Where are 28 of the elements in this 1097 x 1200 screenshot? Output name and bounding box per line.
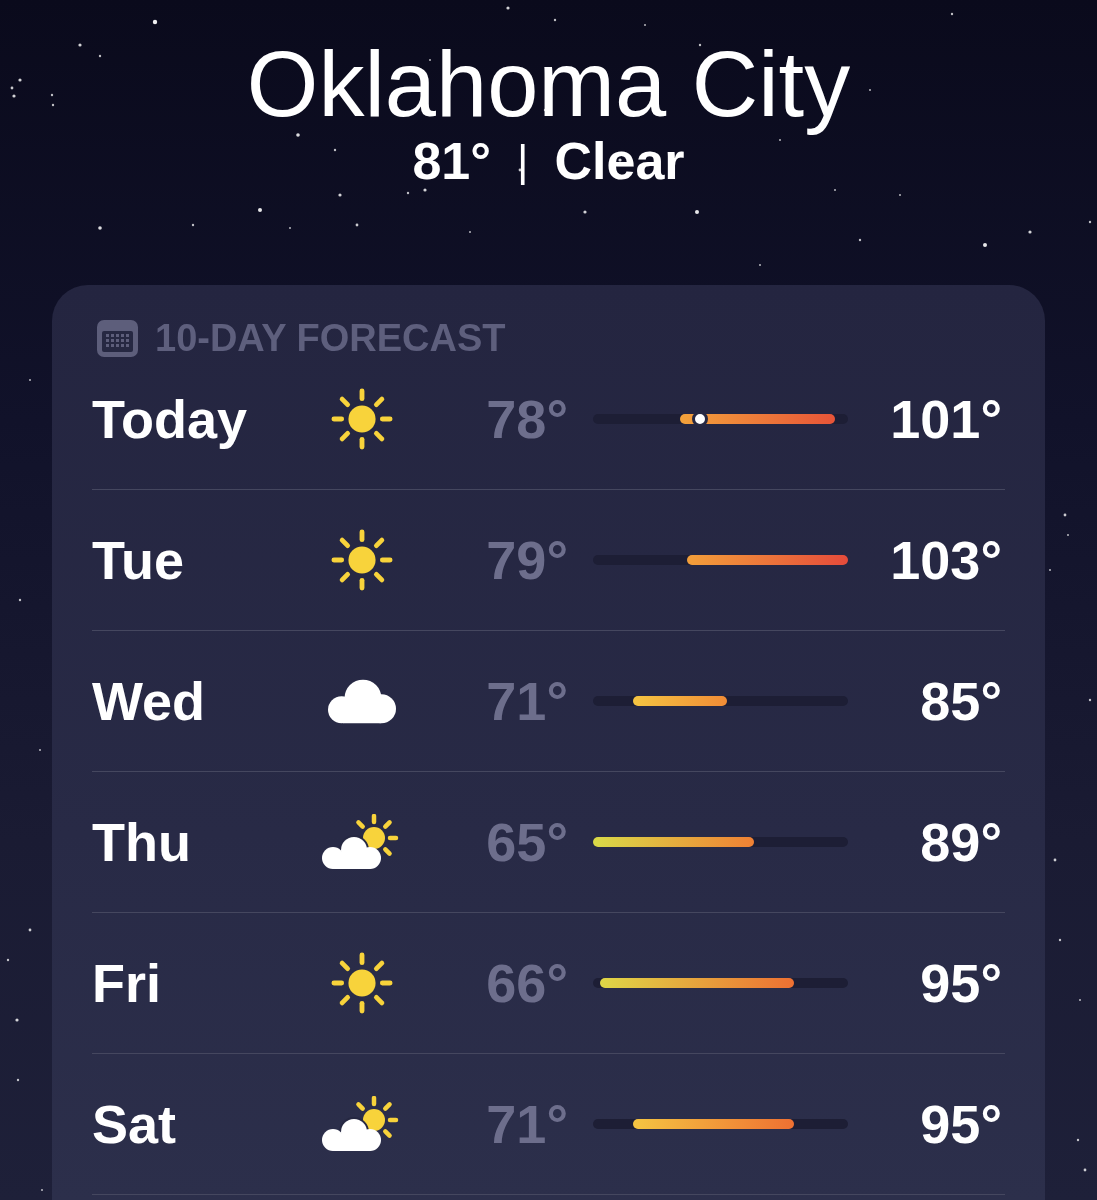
calendar-icon: [97, 319, 138, 357]
city-name: Oklahoma City: [246, 35, 851, 133]
high-temperature: 95°: [920, 953, 1003, 1013]
high-temperature: 85°: [920, 671, 1003, 731]
high-temperature: 101°: [890, 389, 1003, 449]
condition-text: Clear: [554, 133, 685, 189]
low-temperature: 65°: [486, 812, 568, 872]
high-temperature: 103°: [890, 530, 1003, 590]
day-label: Wed: [92, 671, 205, 731]
low-temperature: 79°: [486, 530, 568, 590]
day-label: Fri: [92, 953, 161, 1013]
sun-icon: [331, 529, 393, 591]
day-label: Sat: [92, 1094, 177, 1154]
day-label: Today: [92, 389, 247, 449]
day-label: Thu: [92, 812, 191, 872]
sun-icon: [331, 388, 393, 450]
low-temperature: 71°: [486, 671, 568, 731]
sun-icon: [331, 952, 393, 1014]
section-title: 10-DAY FORECAST: [155, 319, 506, 357]
cloud-icon: [328, 678, 396, 724]
high-temperature: 89°: [920, 812, 1003, 872]
low-temperature: 71°: [486, 1094, 568, 1154]
high-temperature: 95°: [920, 1094, 1003, 1154]
current-temperature: 81°: [412, 133, 492, 189]
low-temperature: 66°: [486, 953, 568, 1013]
low-temperature: 78°: [486, 389, 568, 449]
separator: |: [517, 135, 529, 187]
day-label: Tue: [92, 530, 184, 590]
